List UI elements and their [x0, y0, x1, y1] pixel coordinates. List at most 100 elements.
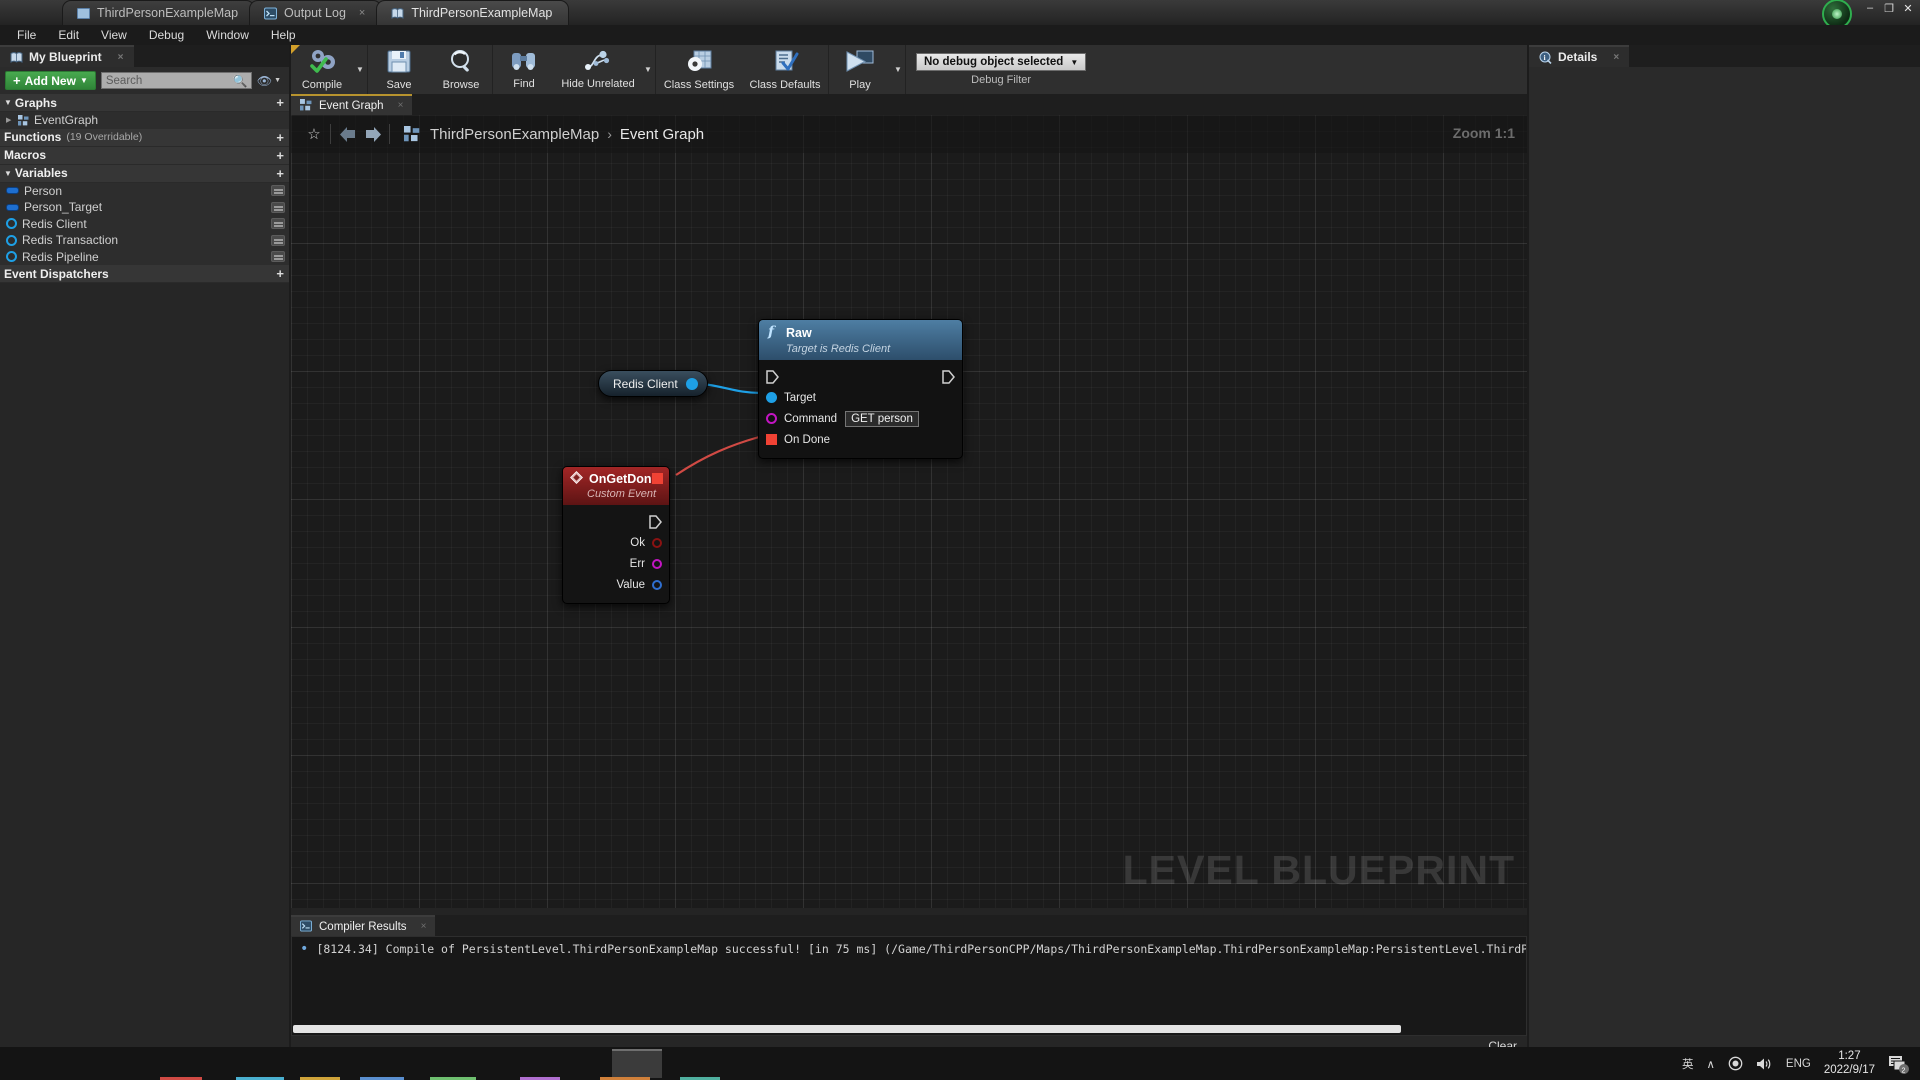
node-ongetdone-event[interactable]: OnGetDone Custom Event Ok	[562, 466, 670, 604]
add-graph-button[interactable]: +	[276, 96, 284, 109]
tab-label: Compiler Results	[319, 921, 407, 933]
menu-debug[interactable]: Debug	[138, 26, 195, 44]
debug-object-dropdown[interactable]: No debug object selected ▼	[916, 53, 1086, 71]
notification-center-icon[interactable]: 2	[1888, 1054, 1910, 1074]
search-field[interactable]: 🔍	[101, 72, 252, 89]
expander-icon[interactable]: ▶	[6, 116, 13, 124]
close-icon[interactable]: ×	[1613, 52, 1619, 63]
command-pin-icon[interactable]	[766, 413, 777, 424]
compiler-message-row[interactable]: • [8124.34] Compile of PersistentLevel.T…	[292, 937, 1526, 961]
class-defaults-button[interactable]: Class Defaults	[742, 45, 828, 94]
tab-details[interactable]: i Details ×	[1529, 45, 1629, 67]
clock[interactable]: 1:27 2022/9/17	[1824, 1050, 1875, 1078]
add-macro-button[interactable]: +	[276, 149, 284, 162]
tree-item-person[interactable]: Person	[0, 183, 289, 200]
tree-item-redis-client[interactable]: Redis Client	[0, 216, 289, 233]
exec-out-pin[interactable]	[942, 370, 955, 384]
menu-window[interactable]: Window	[195, 26, 260, 44]
section-macros[interactable]: Macros +	[0, 147, 289, 165]
node-pin-on-done[interactable]: On Done	[759, 429, 962, 450]
event-graph-canvas[interactable]: ☆ ThirdPersonExampleMap › Event Graph Zo…	[291, 115, 1527, 908]
event-delegate-pin-icon[interactable]	[652, 473, 663, 484]
menu-file[interactable]: File	[6, 26, 47, 44]
maximize-button[interactable]: ❐	[1881, 1, 1897, 15]
compile-options-caret-icon[interactable]: ▼	[353, 45, 367, 94]
ime-indicator[interactable]: 英	[1682, 1056, 1694, 1072]
section-functions[interactable]: Functions (19 Overridable) +	[0, 129, 289, 147]
close-icon[interactable]: ×	[421, 921, 427, 932]
exec-out-pin[interactable]	[649, 515, 662, 529]
node-pin-err[interactable]: Err	[563, 553, 669, 574]
visibility-toggle-icon[interactable]	[271, 202, 285, 213]
search-input[interactable]	[106, 75, 247, 87]
window-tab-map[interactable]: ThirdPersonExampleMap	[62, 0, 255, 25]
language-indicator[interactable]: ENG	[1786, 1058, 1811, 1070]
node-redis-client-variable[interactable]: Redis Client	[598, 370, 708, 397]
section-event-dispatchers[interactable]: Event Dispatchers +	[0, 265, 289, 283]
add-function-button[interactable]: +	[276, 131, 284, 144]
compile-label: Compile	[302, 79, 342, 91]
visibility-toggle-icon[interactable]	[271, 235, 285, 246]
section-graphs[interactable]: ▼ Graphs +	[0, 94, 289, 112]
breadcrumb-root[interactable]: ThirdPersonExampleMap	[430, 126, 599, 143]
record-circle-icon[interactable]	[1728, 1056, 1743, 1071]
level-blueprint-watermark: LEVEL BLUEPRINT	[1123, 847, 1515, 894]
section-variables[interactable]: ▼ Variables +	[0, 165, 289, 183]
node-pin-command[interactable]: Command GET person	[759, 408, 962, 429]
window-tab-blueprint[interactable]: ThirdPersonExampleMap	[376, 0, 569, 25]
visibility-options-button[interactable]: 👁 ▼	[257, 74, 284, 88]
tab-compiler-results[interactable]: Compiler Results ×	[291, 915, 435, 936]
hide-unrelated-button[interactable]: Hide Unrelated	[555, 45, 641, 94]
node-raw-function[interactable]: f Raw Target is Redis Client	[758, 319, 963, 459]
compiler-results-list[interactable]: • [8124.34] Compile of PersistentLevel.T…	[291, 936, 1527, 1036]
star-icon[interactable]: ☆	[301, 125, 327, 143]
window-tab-close-icon[interactable]: ×	[359, 7, 365, 19]
arrow-right-icon[interactable]	[360, 127, 386, 142]
tree-item-redis-pipeline[interactable]: Redis Pipeline	[0, 249, 289, 266]
tree-item-redis-transaction[interactable]: Redis Transaction	[0, 232, 289, 249]
ok-pin-icon[interactable]	[652, 538, 662, 548]
close-icon[interactable]: ×	[118, 52, 124, 63]
visibility-toggle-icon[interactable]	[271, 218, 285, 229]
horizontal-scrollbar[interactable]	[293, 1025, 1401, 1033]
tab-my-blueprint[interactable]: My Blueprint ×	[0, 45, 134, 67]
class-settings-button[interactable]: Class Settings	[656, 45, 742, 94]
play-button[interactable]: Play	[829, 45, 891, 94]
compile-button[interactable]: Compile	[291, 45, 353, 94]
tree-item-person-target[interactable]: Person_Target	[0, 199, 289, 216]
show-hidden-icons-chevron-icon[interactable]: ∧	[1706, 1057, 1714, 1071]
menu-help[interactable]: Help	[260, 26, 307, 44]
speaker-icon[interactable]	[1756, 1057, 1773, 1071]
hide-unrelated-caret-icon[interactable]: ▼	[641, 45, 655, 94]
menu-edit[interactable]: Edit	[47, 26, 90, 44]
find-button[interactable]: Find	[493, 45, 555, 94]
window-tab-output-log[interactable]: Output Log ×	[249, 0, 382, 25]
command-value-field[interactable]: GET person	[845, 411, 919, 427]
close-button[interactable]: ✕	[1900, 1, 1916, 15]
browse-button[interactable]: Browse	[430, 45, 492, 94]
tab-event-graph[interactable]: Event Graph ×	[291, 94, 412, 115]
tree-item-eventgraph[interactable]: ▶ EventGraph	[0, 112, 289, 129]
visibility-toggle-icon[interactable]	[271, 251, 285, 262]
menu-view[interactable]: View	[90, 26, 138, 44]
add-variable-button[interactable]: +	[276, 167, 284, 180]
visibility-toggle-icon[interactable]	[271, 185, 285, 196]
node-pin-value[interactable]: Value	[563, 574, 669, 595]
value-pin-icon[interactable]	[652, 580, 662, 590]
taskbar-active-window-thumb[interactable]	[612, 1049, 662, 1078]
target-pin-icon[interactable]	[766, 392, 777, 403]
on-done-delegate-pin-icon[interactable]	[766, 434, 777, 445]
play-options-caret-icon[interactable]: ▼	[891, 45, 905, 94]
node-pin-ok[interactable]: Ok	[563, 532, 669, 553]
add-event-dispatcher-button[interactable]: +	[276, 267, 284, 280]
exec-in-pin[interactable]	[766, 370, 779, 384]
variable-output-pin-icon[interactable]	[686, 378, 698, 390]
variable-type-ring-icon	[6, 218, 17, 229]
add-new-button[interactable]: + Add New ▼	[5, 71, 96, 90]
save-button[interactable]: Save	[368, 45, 430, 94]
minimize-button[interactable]: –	[1862, 1, 1878, 15]
arrow-left-icon[interactable]	[334, 127, 360, 142]
err-pin-icon[interactable]	[652, 559, 662, 569]
node-pin-target[interactable]: Target	[759, 387, 962, 408]
close-icon[interactable]: ×	[398, 100, 404, 111]
